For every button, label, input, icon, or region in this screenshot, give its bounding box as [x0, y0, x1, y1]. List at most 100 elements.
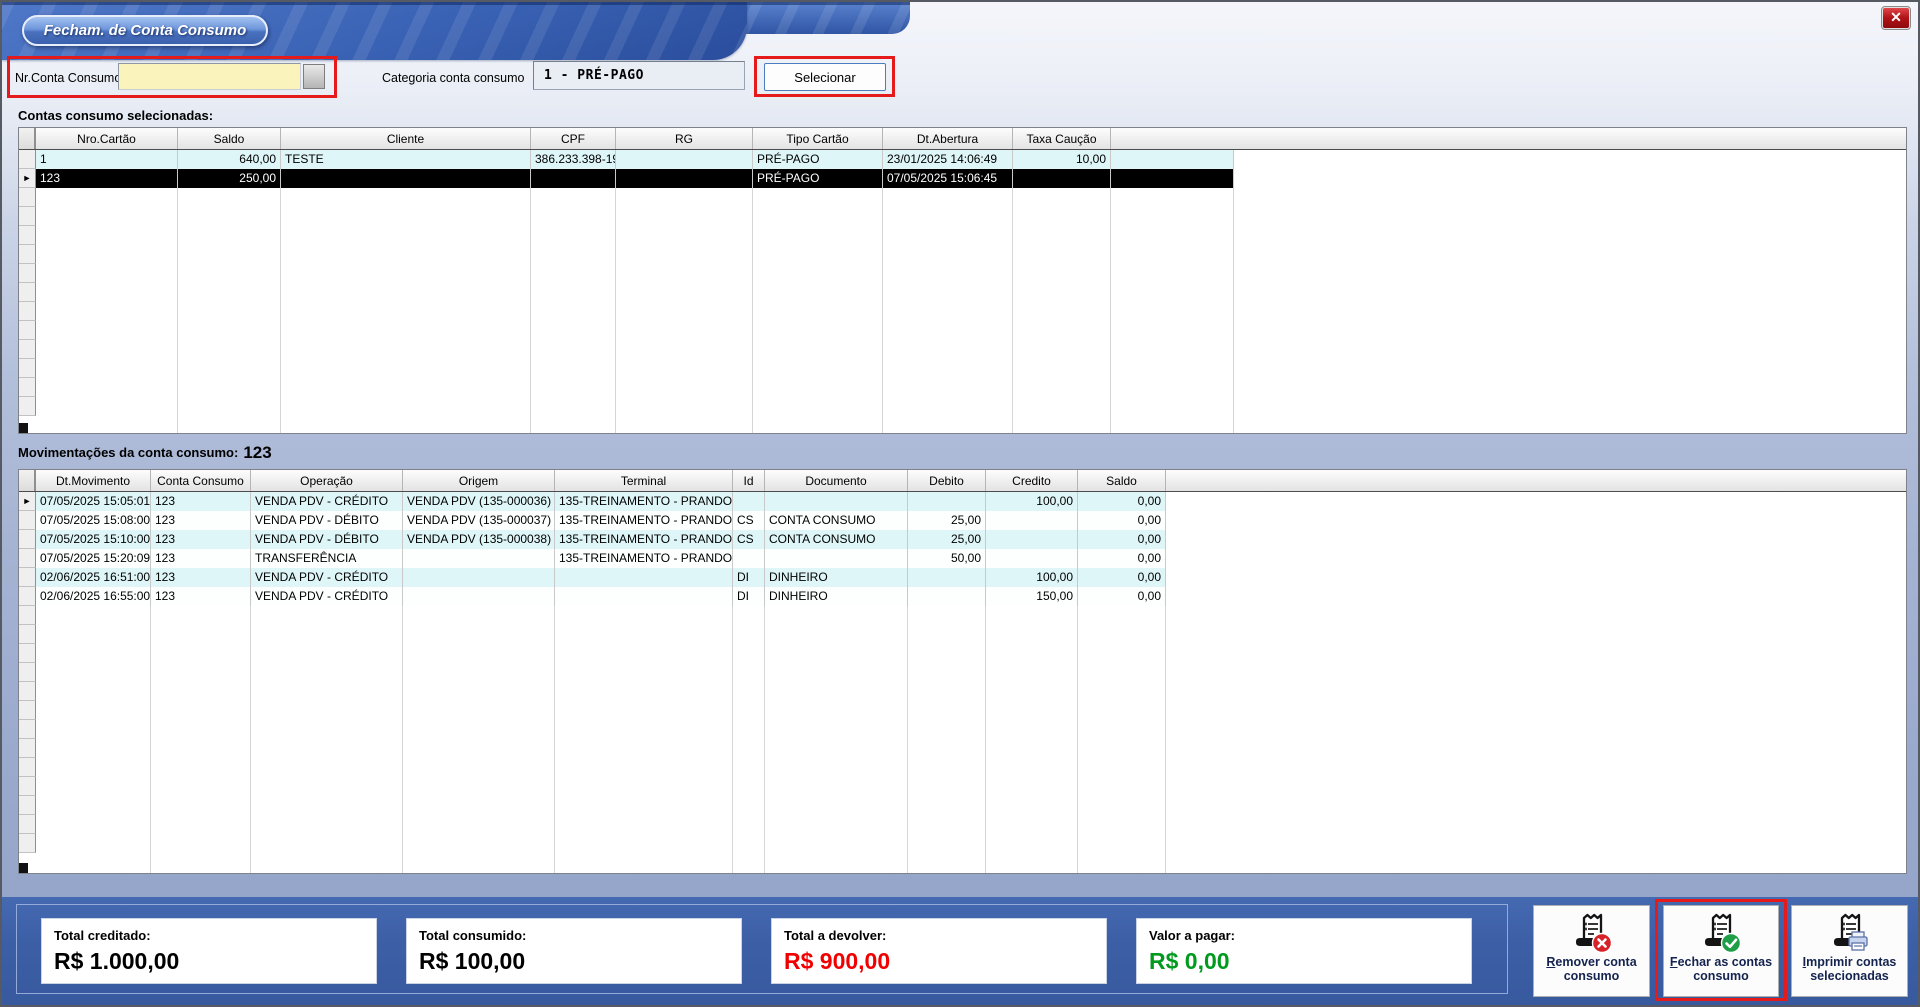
grid-line [882, 150, 883, 433]
table-cell: 100,00 [986, 568, 1078, 587]
row-indicator-cell [19, 511, 36, 530]
row-indicator-cell [19, 720, 36, 739]
nr-conta-label: Nr.Conta Consumo [15, 71, 121, 85]
grid-line [177, 150, 178, 433]
table-cell: 135-TREINAMENTO - PRANDO [555, 511, 733, 530]
row-indicator-cell [19, 606, 36, 625]
totals-frame: Total creditado:R$ 1.000,00 Total consumi… [16, 904, 1508, 994]
table-cell: VENDA PDV (135-000036) [403, 492, 555, 511]
table-cell [616, 150, 753, 169]
table-row[interactable]: 07/05/2025 15:10:00123VENDA PDV - DÉBITO… [36, 530, 1166, 549]
grid-line [530, 150, 531, 433]
table-cell: 123 [151, 568, 251, 587]
table-cell: 640,00 [178, 150, 281, 169]
table-cell: CONTA CONSUMO [765, 530, 908, 549]
categoria-field[interactable]: 1 - PRÉ-PAGO [533, 61, 745, 90]
table-row[interactable]: 07/05/2025 15:08:00123VENDA PDV - DÉBITO… [36, 511, 1166, 530]
grid-line [1110, 150, 1111, 433]
action-button-label: Imprimir contas selecionadas [1792, 955, 1907, 984]
table-cell: PRÉ-PAGO [753, 169, 883, 188]
grid-scroll-chip [19, 423, 28, 433]
table-row[interactable]: 123250,00PRÉ-PAGO07/05/2025 15:06:45 [36, 169, 1234, 188]
column-header: Dt.Movimento [36, 470, 151, 491]
table-cell: VENDA PDV - CRÉDITO [251, 587, 403, 606]
table-cell: 123 [151, 530, 251, 549]
table-row[interactable]: 07/05/2025 15:05:01123VENDA PDV - CRÉDIT… [36, 492, 1166, 511]
table-cell: 1 [36, 150, 178, 169]
table-cell: 135-TREINAMENTO - PRANDO [555, 492, 733, 511]
column-header: Taxa Caução [1013, 128, 1111, 149]
action-button-label: Fechar as contas consumo [1664, 955, 1778, 984]
row-indicator-cell [19, 378, 36, 397]
table-cell: 0,00 [1078, 587, 1166, 606]
table-cell [765, 549, 908, 568]
table-cell-filler [1111, 169, 1234, 188]
table-cell: PRÉ-PAGO [753, 150, 883, 169]
row-indicator-cell [19, 226, 36, 245]
column-header: Saldo [1078, 470, 1166, 491]
total-box: Total a devolver:R$ 900,00 [771, 918, 1107, 984]
table-cell: VENDA PDV (135-000038) [403, 530, 555, 549]
grid-line [615, 150, 616, 433]
row-indicator-cell [19, 340, 36, 359]
table-cell: CONTA CONSUMO [765, 511, 908, 530]
grid-header: Dt.MovimentoConta ConsumoOperaçãoOrigemT… [19, 470, 1906, 492]
close-icon: ✕ [1890, 9, 1902, 25]
row-indicator-cell [19, 663, 36, 682]
total-value: R$ 1.000,00 [54, 948, 376, 975]
nr-conta-input[interactable] [118, 63, 301, 90]
table-cell [908, 492, 986, 511]
grid-body: ►1640,00TESTE386.233.398-19PRÉ-PAGO23/01… [19, 150, 1906, 433]
imprimir-contas-button[interactable]: Imprimir contas selecionadas [1791, 905, 1908, 997]
lookup-button[interactable] [303, 64, 325, 89]
selecionar-button[interactable]: Selecionar [764, 63, 886, 91]
row-indicator-cell [19, 777, 36, 796]
row-indicator-cell [19, 207, 36, 226]
table-row[interactable]: 07/05/2025 15:20:09123TRANSFERÊNCIA135-T… [36, 549, 1166, 568]
table-cell: DI [733, 587, 765, 606]
row-indicator-cell [19, 397, 36, 416]
column-header: Cliente [281, 128, 531, 149]
table-cell: VENDA PDV - CRÉDITO [251, 492, 403, 511]
column-header: Origem [403, 470, 555, 491]
movements-grid: Dt.MovimentoConta ConsumoOperaçãoOrigemT… [18, 469, 1907, 874]
table-cell: 0,00 [1078, 568, 1166, 587]
table-cell: DI [733, 568, 765, 587]
categoria-value: 1 - PRÉ-PAGO [544, 68, 644, 83]
table-cell: 135-TREINAMENTO - PRANDO [555, 530, 733, 549]
table-cell [733, 492, 765, 511]
grid-line [752, 150, 753, 433]
column-header: Dt.Abertura [883, 128, 1013, 149]
table-row[interactable]: 1640,00TESTE386.233.398-19PRÉ-PAGO23/01/… [36, 150, 1234, 169]
total-value: R$ 100,00 [419, 948, 741, 975]
table-cell [403, 587, 555, 606]
column-header: Conta Consumo [151, 470, 251, 491]
table-cell: VENDA PDV - DÉBITO [251, 511, 403, 530]
total-box: Total creditado:R$ 1.000,00 [41, 918, 377, 984]
row-indicator-cell [19, 530, 36, 549]
accounts-section-label: Contas consumo selecionadas: [18, 108, 213, 123]
table-cell: 07/05/2025 15:05:01 [36, 492, 151, 511]
remover-conta-button[interactable]: Remover conta consumo [1533, 905, 1650, 997]
table-row[interactable]: 02/06/2025 16:55:00123VENDA PDV - CRÉDIT… [36, 587, 1166, 606]
movements-section-label: Movimentações da conta consumo:123 [18, 443, 272, 463]
fechar-contas-button[interactable]: Fechar as contas consumo [1663, 905, 1779, 997]
table-cell: 123 [36, 169, 178, 188]
table-cell [986, 530, 1078, 549]
total-box: Valor a pagar:R$ 0,00 [1136, 918, 1472, 984]
row-indicator-cell [19, 264, 36, 283]
current-row-marker: ► [19, 169, 36, 188]
table-cell: 150,00 [986, 587, 1078, 606]
table-cell [531, 169, 616, 188]
total-box: Total consumido:R$ 100,00 [406, 918, 742, 984]
table-row[interactable]: 02/06/2025 16:51:00123VENDA PDV - CRÉDIT… [36, 568, 1166, 587]
row-indicator-cell [19, 302, 36, 321]
table-cell: DINHEIRO [765, 568, 908, 587]
row-indicator-cell [19, 150, 36, 169]
column-header: Documento [765, 470, 908, 491]
table-cell: VENDA PDV (135-000037) [403, 511, 555, 530]
bottom-panel: Total creditado:R$ 1.000,00 Total consumi… [2, 897, 1918, 1005]
table-cell: 0,00 [1078, 530, 1166, 549]
table-cell [616, 169, 753, 188]
close-button[interactable]: ✕ [1882, 7, 1910, 29]
